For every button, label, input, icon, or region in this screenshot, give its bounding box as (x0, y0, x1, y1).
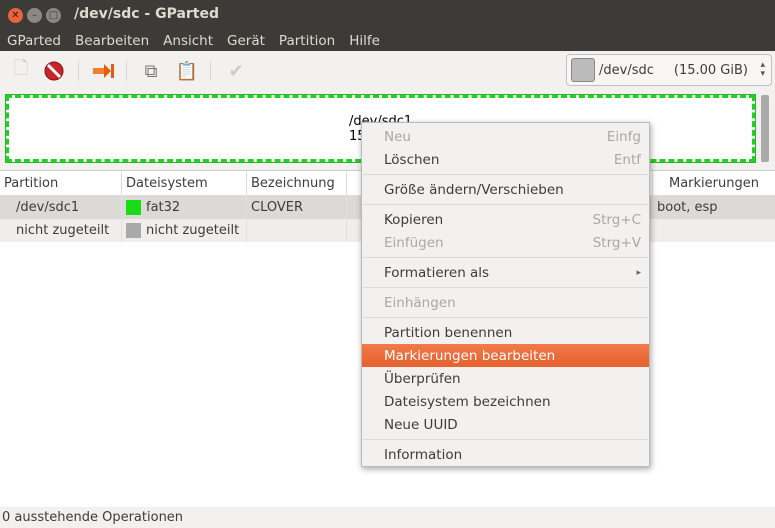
menu-item-ueberpruefen[interactable]: Überprüfen (362, 367, 649, 390)
menu-gparted[interactable]: GParted (7, 33, 61, 49)
col-partition[interactable]: Partition (0, 171, 122, 195)
cell-label (247, 219, 347, 242)
cell-partition: /dev/sdc1 (0, 196, 122, 219)
window-title: /dev/sdc - GParted (74, 6, 220, 22)
menu-separator (363, 174, 648, 175)
menu-item-neu[interactable]: Neu Einfg (362, 125, 649, 148)
toolbar-separator (210, 61, 211, 81)
paste-icon[interactable]: 📋 (175, 59, 199, 83)
menu-separator (363, 287, 648, 288)
menu-item-formatieren-als[interactable]: Formatieren als ▸ (362, 261, 649, 284)
resize-move-icon[interactable] (91, 59, 115, 83)
status-bar: 0 ausstehende Operationen (2, 510, 184, 525)
menu-item-kopieren[interactable]: Kopieren Strg+C (362, 208, 649, 231)
menu-geraet[interactable]: Gerät (227, 33, 265, 49)
cell-partition: nicht zugeteilt (0, 219, 122, 242)
menu-partition[interactable]: Partition (279, 33, 335, 49)
toolbar-separator (126, 61, 127, 81)
fs-color-swatch (126, 223, 141, 238)
menu-item-einhaengen[interactable]: Einhängen (362, 291, 649, 314)
submenu-arrow-icon: ▸ (636, 267, 641, 278)
cell-flags: boot, esp (657, 200, 718, 215)
graph-scrollbar[interactable] (761, 95, 769, 162)
col-bezeichnung[interactable]: Bezeichnung (247, 171, 347, 195)
device-size: (15.00 GiB) (673, 62, 748, 78)
menu-item-einfuegen[interactable]: Einfügen Strg+V (362, 231, 649, 254)
minimize-window-button[interactable]: – (27, 8, 42, 23)
fs-color-swatch (126, 200, 141, 215)
menu-separator (363, 317, 648, 318)
menu-ansicht[interactable]: Ansicht (163, 33, 213, 49)
maximize-window-button[interactable]: □ (46, 8, 61, 23)
col-dateisystem[interactable]: Dateisystem (122, 171, 247, 195)
menu-bar: GParted Bearbeiten Ansicht Gerät Partiti… (0, 30, 775, 51)
context-menu: Neu Einfg Löschen Entf Größe ändern/Versch… (361, 122, 650, 467)
updown-arrow-icon: ▴ ▾ (760, 60, 765, 79)
menu-hilfe[interactable]: Hilfe (349, 33, 380, 49)
device-name: /dev/sdc (599, 62, 654, 78)
apply-check-icon[interactable]: ✔ (224, 59, 248, 83)
menu-item-information[interactable]: Information (362, 443, 649, 466)
menu-item-dateisystem-bezeichnen[interactable]: Dateisystem bezeichnen (362, 390, 649, 413)
disk-icon (571, 58, 595, 82)
toolbar-separator (78, 61, 79, 81)
device-selector[interactable]: /dev/sdc (15.00 GiB) ▴ ▾ (566, 54, 772, 86)
menu-bearbeiten[interactable]: Bearbeiten (75, 33, 149, 49)
menu-item-partition-benennen[interactable]: Partition benennen (362, 321, 649, 344)
cell-fs: nicht zugeteilt (146, 223, 240, 238)
menu-separator (363, 204, 648, 205)
close-window-button[interactable]: ✕ (8, 8, 23, 23)
new-partition-icon[interactable]: 🗋 (9, 58, 33, 83)
cell-fs: fat32 (146, 200, 181, 215)
menu-item-neue-uuid[interactable]: Neue UUID (362, 413, 649, 436)
col-markierungen[interactable]: Markierungen (653, 171, 775, 195)
menu-item-markierungen-bearbeiten[interactable]: Markierungen bearbeiten (362, 344, 649, 367)
title-bar: ✕ – □ /dev/sdc - GParted (0, 0, 775, 30)
menu-item-loeschen[interactable]: Löschen Entf (362, 148, 649, 171)
menu-item-groesse-aendern[interactable]: Größe ändern/Verschieben (362, 178, 649, 201)
menu-separator (363, 439, 648, 440)
menu-separator (363, 257, 648, 258)
delete-icon[interactable] (42, 59, 66, 83)
copy-icon[interactable]: ⧉ (139, 59, 163, 83)
cell-label: CLOVER (247, 196, 347, 219)
